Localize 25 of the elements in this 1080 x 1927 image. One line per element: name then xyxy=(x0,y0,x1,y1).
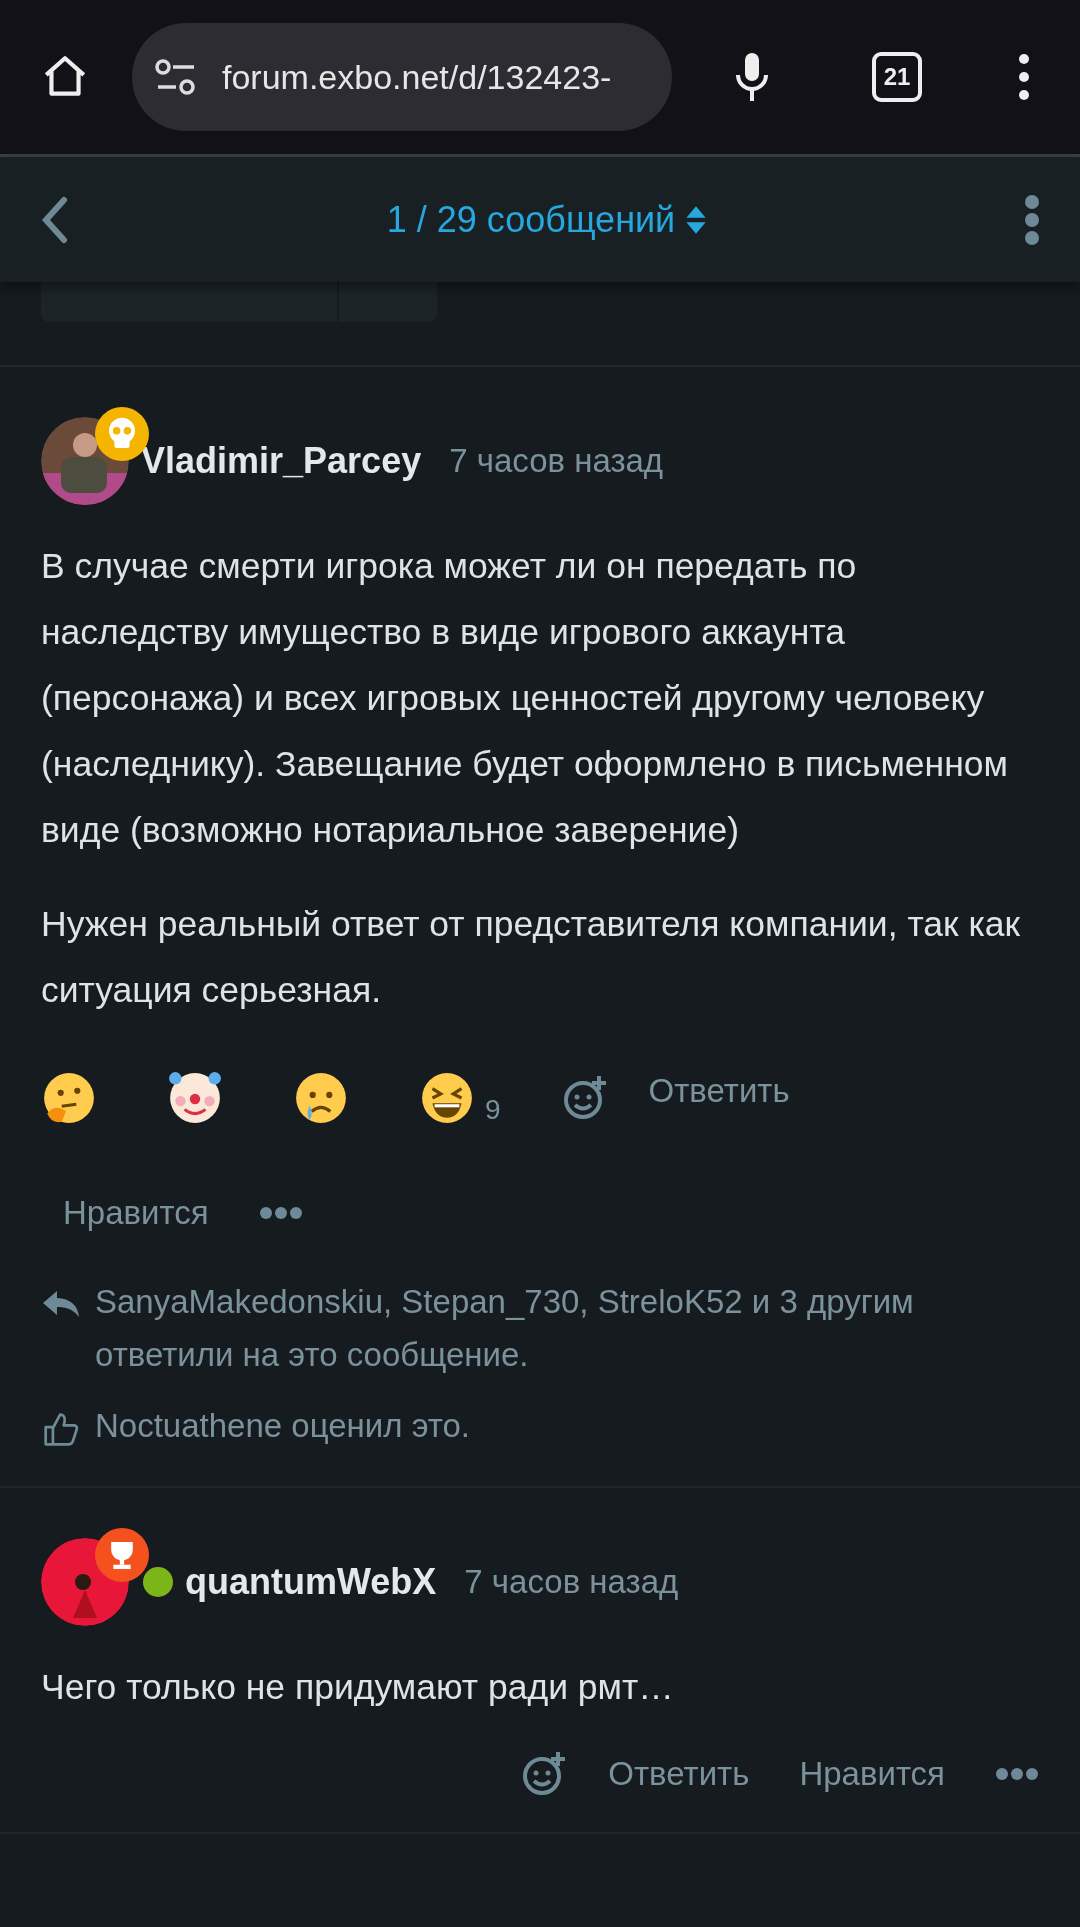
site-settings-icon[interactable] xyxy=(154,57,198,97)
post-scrubber[interactable]: 1 / 29 сообщений xyxy=(70,198,1024,241)
more-icon[interactable] xyxy=(1018,53,1030,101)
tab-count[interactable]: 21 xyxy=(872,52,922,102)
url-text: forum.exbo.net/d/132423- xyxy=(222,57,612,97)
thumbs-up-icon xyxy=(41,1411,81,1447)
like-button[interactable]: Нравится xyxy=(63,1194,209,1232)
post-time[interactable]: 7 часов назад xyxy=(449,442,664,480)
post-text: Нужен реальный ответ от представителя компании, так как ситуация серьезная. xyxy=(41,903,1021,1012)
reaction-button[interactable] xyxy=(293,1070,349,1126)
like-button[interactable]: Нравится xyxy=(799,1755,945,1793)
reply-button[interactable]: Ответить xyxy=(608,1755,750,1793)
replies-summary: SanyaMakedonskiu, Stepan_730, StreloK52 и 3 другим ответили на это сообщение. xyxy=(95,1282,915,1375)
trophy-badge-icon xyxy=(95,1528,149,1582)
post-time[interactable]: 7 часов назад xyxy=(464,1563,679,1601)
username[interactable]: quantumWebX xyxy=(185,1561,437,1603)
post-text: Чего только не придумают ради рмт… xyxy=(41,1666,675,1709)
back-icon[interactable] xyxy=(40,195,70,244)
post-text: В случае смерти игрока может ли он передать по наследству имущество в виде игрового аккаунта (персонажа) и всех игровых ценностей другому человеку (наследнику). Завещание будет оформлено в письменном виде (возможно нотариальное заверение) xyxy=(41,545,1009,852)
username[interactable]: Vladimir_Parcey xyxy=(141,440,422,482)
reply-button[interactable]: Ответить xyxy=(648,1072,790,1110)
reaction-button[interactable] xyxy=(167,1070,223,1126)
likes-summary: Noctuathene оценил это. xyxy=(95,1406,470,1446)
reaction-button[interactable] xyxy=(41,1070,97,1126)
address-bar[interactable]: forum.exbo.net/d/132423- xyxy=(132,23,672,131)
